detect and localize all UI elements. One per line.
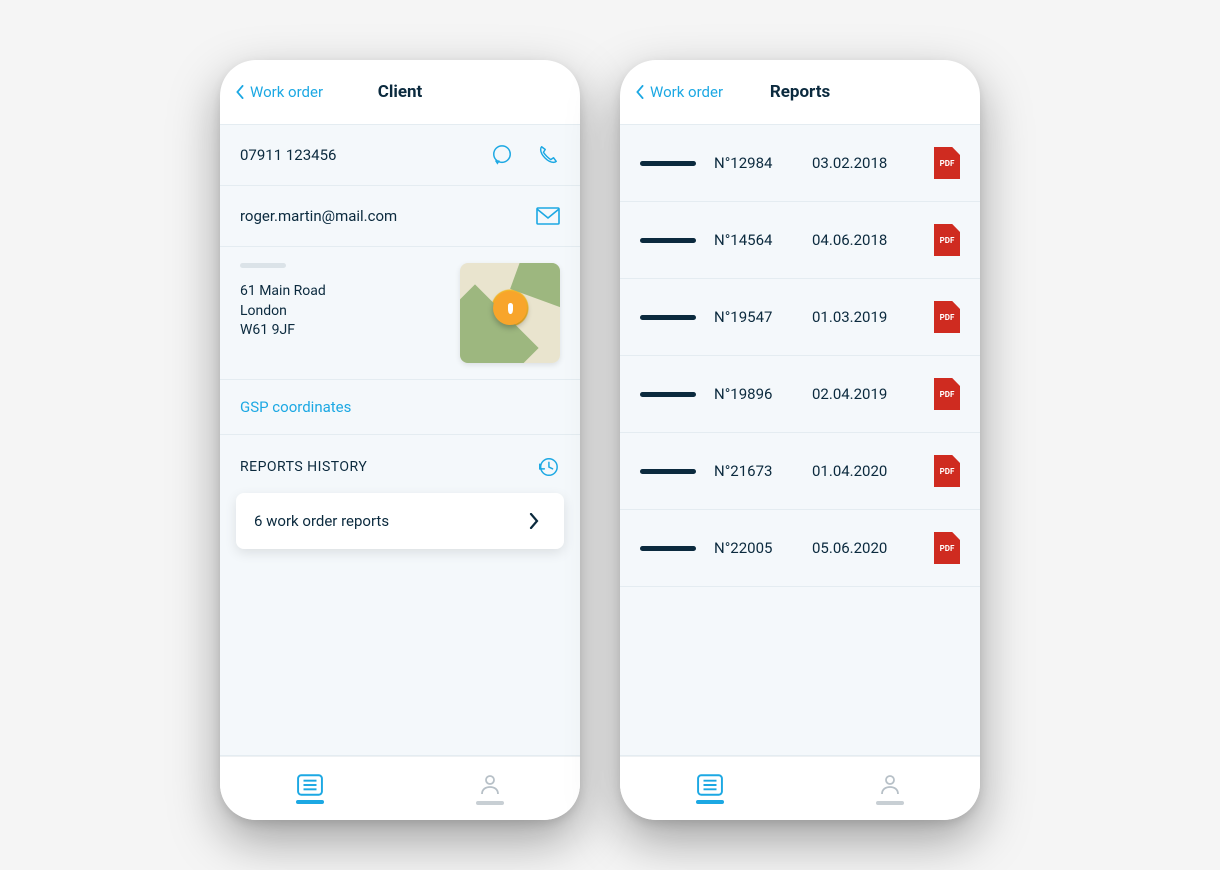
report-date: 01.03.2019 [812, 308, 916, 326]
address-city: London [240, 302, 326, 322]
chevron-right-icon [522, 509, 546, 533]
page-title: Client [378, 82, 423, 102]
reports-heading-label: REPORTS HISTORY [240, 459, 367, 475]
header: Work order Reports [620, 60, 980, 124]
pdf-icon[interactable] [934, 301, 960, 333]
tab-list[interactable] [696, 774, 724, 804]
report-number: N°21673 [714, 462, 794, 480]
report-title-placeholder [640, 392, 696, 397]
page-title: Reports [770, 82, 830, 102]
address-postcode: W61 9JF [240, 321, 326, 341]
email-address: roger.martin@mail.com [240, 207, 397, 225]
address-row: 61 Main Road London W61 9JF [220, 247, 580, 380]
pdf-icon[interactable] [934, 455, 960, 487]
phone-row: 07911 123456 [220, 125, 580, 186]
report-row[interactable]: N°14564 04.06.2018 [620, 202, 980, 279]
tab-indicator [696, 800, 724, 804]
report-row[interactable]: N°22005 05.06.2020 [620, 510, 980, 587]
tab-indicator [476, 801, 504, 805]
report-row[interactable]: N°19547 01.03.2019 [620, 279, 980, 356]
content: 07911 123456 roger.martin@mail.com [220, 124, 580, 756]
map-pin-icon [493, 291, 527, 325]
address-label-placeholder [240, 263, 286, 268]
map-thumbnail[interactable] [460, 263, 560, 363]
report-title-placeholder [640, 546, 696, 551]
tab-list[interactable] [296, 774, 324, 804]
email-row: roger.martin@mail.com [220, 186, 580, 247]
back-button[interactable]: Work order [634, 83, 723, 101]
chevron-left-icon [234, 85, 246, 99]
tab-indicator [876, 801, 904, 805]
pdf-icon[interactable] [934, 378, 960, 410]
back-label: Work order [650, 83, 723, 101]
mail-icon[interactable] [536, 204, 560, 228]
reports-history-heading: REPORTS HISTORY [220, 435, 580, 493]
report-date: 02.04.2019 [812, 385, 916, 403]
pdf-icon[interactable] [934, 532, 960, 564]
report-number: N°14564 [714, 231, 794, 249]
report-title-placeholder [640, 469, 696, 474]
chevron-left-icon [634, 85, 646, 99]
phone-number: 07911 123456 [240, 146, 336, 164]
pdf-icon[interactable] [934, 224, 960, 256]
report-number: N°22005 [714, 539, 794, 557]
tab-bar [220, 756, 580, 820]
list-icon [297, 774, 323, 796]
person-icon [478, 773, 502, 797]
report-title-placeholder [640, 315, 696, 320]
report-row[interactable]: N°19896 02.04.2019 [620, 356, 980, 433]
gps-link[interactable]: GSP coordinates [220, 380, 580, 435]
report-row[interactable]: N°12984 03.02.2018 [620, 125, 980, 202]
client-screen: Work order Client 07911 123456 roger.mar… [220, 60, 580, 820]
report-date: 01.04.2020 [812, 462, 916, 480]
history-icon [536, 455, 560, 479]
tab-profile[interactable] [476, 773, 504, 805]
pdf-icon[interactable] [934, 147, 960, 179]
report-date: 03.02.2018 [812, 154, 916, 172]
content: N°12984 03.02.2018 N°14564 04.06.2018 N°1954… [620, 124, 980, 756]
back-button[interactable]: Work order [234, 83, 323, 101]
call-icon[interactable] [536, 143, 560, 167]
reports-card[interactable]: 6 work order reports [236, 493, 564, 549]
list-icon [697, 774, 723, 796]
header: Work order Client [220, 60, 580, 124]
tab-bar [620, 756, 980, 820]
back-label: Work order [250, 83, 323, 101]
report-date: 05.06.2020 [812, 539, 916, 557]
tab-indicator [296, 800, 324, 804]
report-title-placeholder [640, 161, 696, 166]
address-line1: 61 Main Road [240, 282, 326, 302]
report-number: N°19547 [714, 308, 794, 326]
person-icon [878, 773, 902, 797]
report-number: N°12984 [714, 154, 794, 172]
report-title-placeholder [640, 238, 696, 243]
reports-screen: Work order Reports N°12984 03.02.2018 N°14… [620, 60, 980, 820]
report-date: 04.06.2018 [812, 231, 916, 249]
chat-icon[interactable] [490, 143, 514, 167]
report-number: N°19896 [714, 385, 794, 403]
tab-profile[interactable] [876, 773, 904, 805]
reports-card-label: 6 work order reports [254, 512, 389, 530]
report-row[interactable]: N°21673 01.04.2020 [620, 433, 980, 510]
